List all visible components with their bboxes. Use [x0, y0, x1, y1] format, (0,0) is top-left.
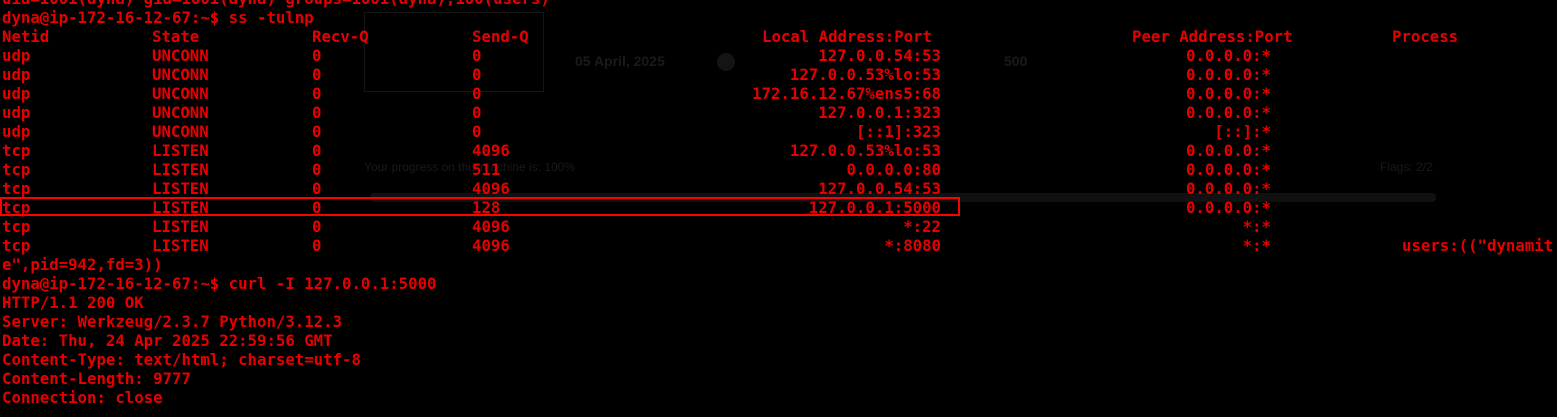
cell-recv-q: 0 — [312, 141, 322, 160]
cell-recv-q: 0 — [312, 65, 322, 84]
cell-state: LISTEN — [152, 179, 209, 198]
cell-peer-address: *:* — [1242, 236, 1271, 255]
cell-local-address: 127.0.0.1:323 — [818, 103, 941, 122]
cell-local-address: *:22 — [903, 217, 941, 236]
cell-state: UNCONN — [152, 122, 209, 141]
cell-local-address: 127.0.0.54:53 — [818, 179, 941, 198]
cell-state: UNCONN — [152, 65, 209, 84]
cell-peer-address: 0.0.0.0:* — [1185, 141, 1271, 160]
table-row: udp UNCONN 0 0 127.0.0.54:53 0.0.0.0:* — [0, 46, 1557, 65]
cell-peer-address: 0.0.0.0:* — [1185, 103, 1271, 122]
cell-netid: udp — [2, 103, 31, 122]
cell-state: UNCONN — [152, 46, 209, 65]
cell-local-address: 127.0.0.53%lo:53 — [789, 141, 941, 160]
cell-process: users:(("dynamit — [1402, 236, 1554, 255]
cell-state: LISTEN — [152, 236, 209, 255]
cell-peer-address: *:* — [1242, 217, 1271, 236]
cell-recv-q: 0 — [312, 122, 322, 141]
header-local-address: Local Address:Port — [762, 27, 933, 46]
table-row: tcp LISTEN 0 4096 *:8080 *:* users:(("dynamit — [0, 236, 1557, 255]
cell-netid: tcp — [2, 179, 31, 198]
response-line: Content-Length: 9777 — [2, 369, 191, 388]
table-row: udp UNCONN 0 0 127.0.0.53%lo:53 0.0.0.0:* — [0, 65, 1557, 84]
response-line: HTTP/1.1 200 OK — [2, 293, 144, 312]
cell-peer-address: 0.0.0.0:* — [1185, 160, 1271, 179]
cell-netid: udp — [2, 122, 31, 141]
cell-local-address: *:8080 — [884, 236, 941, 255]
cell-send-q: 4096 — [472, 217, 510, 236]
header-state: State — [152, 27, 200, 46]
header-peer-address: Peer Address:Port — [1132, 27, 1293, 46]
cell-recv-q: 0 — [312, 160, 322, 179]
table-row: udp UNCONN 0 0 172.16.12.67%ens5:68 0.0.0.0:* — [0, 84, 1557, 103]
cell-peer-address: 0.0.0.0:* — [1185, 46, 1271, 65]
cell-recv-q: 0 — [312, 46, 322, 65]
table-row: tcp LISTEN 0 4096 *:22 *:* — [0, 217, 1557, 236]
highlight-box-port-5000 — [0, 197, 960, 216]
cell-peer-address: [::]:* — [1214, 122, 1271, 141]
cell-local-address: 0.0.0.0:80 — [846, 160, 941, 179]
table-row: tcp LISTEN 0 4096 127.0.0.54:53 0.0.0.0:* — [0, 179, 1557, 198]
response-line: Date: Thu, 24 Apr 2025 22:59:56 GMT — [2, 331, 333, 350]
cell-send-q: 0 — [472, 122, 482, 141]
cell-peer-address: 0.0.0.0:* — [1185, 84, 1271, 103]
cell-send-q: 4096 — [472, 179, 510, 198]
header-netid: Netid — [2, 27, 50, 46]
cell-state: LISTEN — [152, 160, 209, 179]
table-row: udp UNCONN 0 0 127.0.0.1:323 0.0.0.0:* — [0, 103, 1557, 122]
cell-send-q: 511 — [472, 160, 501, 179]
cell-peer-address: 0.0.0.0:* — [1185, 65, 1271, 84]
cell-netid: tcp — [2, 160, 31, 179]
cell-peer-address: 0.0.0.0:* — [1185, 179, 1271, 198]
table-row: udp UNCONN 0 0 [::1]:323 [::]:* — [0, 122, 1557, 141]
cell-send-q: 0 — [472, 46, 482, 65]
cell-netid: udp — [2, 65, 31, 84]
prompt-curl-command: dyna@ip-172-16-12-67:~$ curl -I 127.0.0.… — [2, 274, 437, 293]
terminal-top-partial-line: uid=1001(dyna) gid=1001(dyna) groups=100… — [2, 0, 550, 8]
cell-local-address: 172.16.12.67%ens5:68 — [752, 84, 941, 103]
cell-local-address: 127.0.0.54:53 — [818, 46, 941, 65]
cell-recv-q: 0 — [312, 236, 322, 255]
cell-netid: tcp — [2, 217, 31, 236]
cell-peer-address: 0.0.0.0:* — [1185, 198, 1271, 217]
terminal-window[interactable]: uid=1001(dyna) gid=1001(dyna) groups=100… — [0, 0, 1557, 417]
cell-send-q: 0 — [472, 65, 482, 84]
process-wrap-line: e",pid=942,fd=3)) — [2, 255, 163, 274]
prompt-ss-command: dyna@ip-172-16-12-67:~$ ss -tulnp — [2, 8, 314, 27]
table-header: Netid State Recv-Q Send-Q Local Address:… — [0, 27, 1557, 46]
cell-send-q: 4096 — [472, 141, 510, 160]
cell-state: UNCONN — [152, 103, 209, 122]
cell-send-q: 4096 — [472, 236, 510, 255]
cell-recv-q: 0 — [312, 84, 322, 103]
table-row: tcp LISTEN 0 511 0.0.0.0:80 0.0.0.0:* — [0, 160, 1557, 179]
cell-recv-q: 0 — [312, 217, 322, 236]
cell-recv-q: 0 — [312, 103, 322, 122]
cell-netid: tcp — [2, 236, 31, 255]
cell-recv-q: 0 — [312, 179, 322, 198]
response-line: Server: Werkzeug/2.3.7 Python/3.12.3 — [2, 312, 343, 331]
response-line: Content-Type: text/html; charset=utf-8 — [2, 350, 361, 369]
cell-send-q: 0 — [472, 84, 482, 103]
cell-local-address: 127.0.0.53%lo:53 — [789, 65, 941, 84]
header-recv-q: Recv-Q — [312, 27, 369, 46]
cell-netid: udp — [2, 46, 31, 65]
cell-state: UNCONN — [152, 84, 209, 103]
cell-local-address: [::1]:323 — [855, 122, 941, 141]
header-send-q: Send-Q — [472, 27, 529, 46]
cell-netid: udp — [2, 84, 31, 103]
table-row: tcp LISTEN 0 4096 127.0.0.53%lo:53 0.0.0.0:* — [0, 141, 1557, 160]
cell-state: LISTEN — [152, 141, 209, 160]
response-line: Connection: close — [2, 388, 163, 407]
cell-state: LISTEN — [152, 217, 209, 236]
cell-netid: tcp — [2, 141, 31, 160]
cell-send-q: 0 — [472, 103, 482, 122]
header-process: Process — [1392, 27, 1459, 46]
